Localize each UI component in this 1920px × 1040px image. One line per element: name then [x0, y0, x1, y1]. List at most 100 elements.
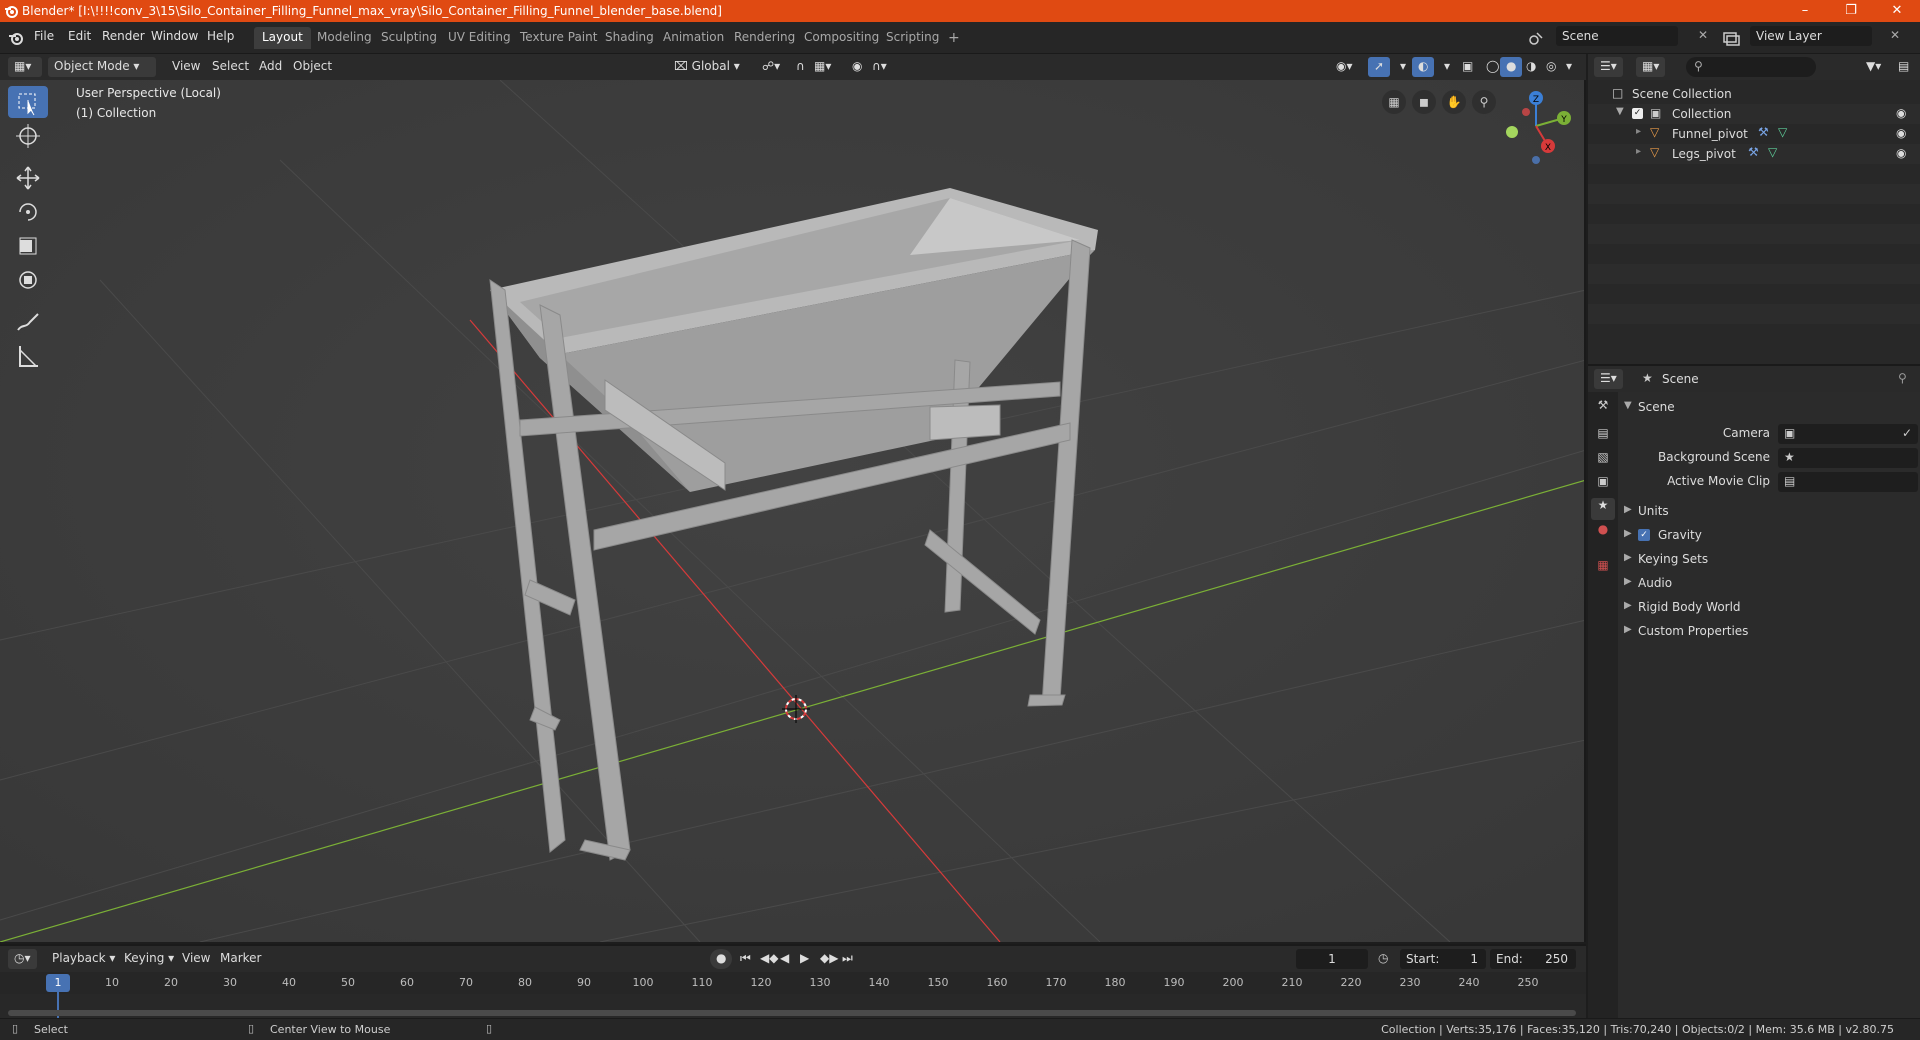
collection-checkbox[interactable]: ✓ — [1632, 108, 1643, 119]
tab-uv-editing[interactable]: UV Editing — [440, 27, 519, 49]
menu-timeline-view[interactable]: View — [176, 949, 216, 969]
menu-render[interactable]: Render — [102, 29, 145, 43]
world-tab-icon[interactable]: ● — [1591, 522, 1615, 544]
start-frame-field[interactable]: Start: 1 — [1400, 949, 1486, 969]
eyedropper-icon[interactable]: ✓ — [1902, 426, 1912, 440]
gizmo-neg-x-icon[interactable] — [1522, 108, 1530, 116]
tab-rendering[interactable]: Rendering — [726, 27, 803, 49]
gravity-checkbox[interactable]: ✓ — [1638, 529, 1650, 541]
visibility-icon[interactable]: ◉▾ — [1330, 57, 1359, 77]
display-mode-icon[interactable]: ▦▾ — [1636, 57, 1666, 77]
overlay-toggle-icon[interactable]: ◐ — [1412, 57, 1435, 77]
timeline-scrollbar[interactable] — [8, 1010, 1576, 1016]
pivot-point-icon[interactable]: ☍▾ — [756, 57, 786, 77]
menu-help[interactable]: Help — [207, 29, 234, 43]
play-button[interactable]: ▶ — [794, 949, 815, 969]
move-tool[interactable] — [8, 162, 48, 194]
tab-sculpting[interactable]: Sculpting — [373, 27, 445, 49]
jump-end-button[interactable]: ⏭ — [836, 949, 859, 969]
menu-window[interactable]: Window — [151, 29, 198, 43]
rotate-tool[interactable] — [8, 196, 48, 228]
gravity-panel-header[interactable]: ▶ ✓ Gravity — [1618, 524, 1920, 548]
tab-modeling[interactable]: Modeling — [309, 27, 380, 49]
tab-scripting[interactable]: Scripting — [878, 27, 947, 49]
toggle-camera-view-icon[interactable]: ▦ — [1382, 90, 1406, 114]
expand-arrow-icon[interactable]: ▸ — [1636, 126, 1641, 137]
outliner-row-legs-pivot[interactable]: ▸ ▽ Legs_pivot ⚒ ▽ ◉ — [1588, 144, 1920, 164]
expand-arrow-icon[interactable]: ▸ — [1636, 146, 1641, 157]
menu-select[interactable]: Select — [206, 57, 255, 77]
xray-icon[interactable]: ▣ — [1456, 57, 1479, 77]
current-frame-field[interactable]: 1 — [1296, 949, 1368, 969]
mesh-data-icon[interactable]: ▽ — [1768, 145, 1777, 159]
scene-tab-icon[interactable]: ★ — [1591, 498, 1615, 520]
menu-keying[interactable]: Keying ▾ — [118, 949, 180, 969]
rigid-body-world-panel-header[interactable]: ▶ Rigid Body World — [1618, 596, 1920, 620]
view-layer-remove-icon[interactable]: ✕ — [1890, 28, 1900, 42]
render-tab-icon[interactable]: ▤ — [1591, 426, 1615, 448]
tab-compositing[interactable]: Compositing — [796, 27, 887, 49]
tool-settings-tab-icon[interactable]: ⚒ — [1591, 398, 1615, 420]
scene-canvas[interactable] — [0, 80, 1586, 942]
menu-marker[interactable]: Marker — [214, 949, 267, 969]
background-scene-field[interactable]: ★ — [1778, 448, 1918, 468]
outliner-editor-type-icon[interactable]: ☰▾ — [1594, 57, 1623, 77]
3d-viewport[interactable]: User Perspective (Local) (1) Collection … — [0, 80, 1586, 942]
texture-tab-icon[interactable]: ▦ — [1591, 558, 1615, 580]
filter-icon[interactable]: ▼▾ — [1860, 57, 1887, 77]
audio-panel-header[interactable]: ▶ Audio — [1618, 572, 1920, 596]
properties-editor-type-icon[interactable]: ☰▾ — [1594, 369, 1623, 389]
gizmo-neg-y-icon[interactable] — [1506, 126, 1518, 138]
eye-icon[interactable]: ◉ — [1896, 106, 1906, 120]
modifier-icon[interactable]: ⚒ — [1748, 145, 1759, 159]
tab-texture-paint[interactable]: Texture Paint — [512, 27, 605, 49]
cursor-tool[interactable] — [8, 120, 48, 152]
scene-selector[interactable]: Scene — [1556, 26, 1678, 46]
navigation-gizmo[interactable]: Z Y X — [1496, 86, 1576, 166]
outliner-row-funnel-pivot[interactable]: ▸ ▽ Funnel_pivot ⚒ ▽ ◉ — [1588, 124, 1920, 144]
outliner-row-scene-collection[interactable]: □ Scene Collection — [1588, 84, 1920, 104]
menu-view[interactable]: View — [166, 57, 206, 77]
keying-sets-panel-header[interactable]: ▶ Keying Sets — [1618, 548, 1920, 572]
zoom-view-icon[interactable]: ⚲ — [1472, 90, 1496, 114]
tab-shading[interactable]: Shading — [597, 27, 662, 49]
units-panel-header[interactable]: ▶ Units — [1618, 500, 1920, 524]
gizmo-dropdown-icon[interactable]: ▾ — [1394, 57, 1412, 77]
end-frame-field[interactable]: End: 250 — [1490, 949, 1576, 969]
gizmo-neg-z-icon[interactable] — [1532, 156, 1540, 164]
shading-dropdown-icon[interactable]: ▾ — [1560, 57, 1578, 77]
expand-arrow-icon[interactable]: ▼ — [1616, 106, 1624, 117]
pin-icon[interactable]: ⚲ — [1898, 371, 1907, 385]
outliner-search-icon[interactable]: ⚲ — [1686, 57, 1816, 77]
modifier-icon[interactable]: ⚒ — [1758, 125, 1769, 139]
restore-icon[interactable]: ❐ — [1828, 0, 1874, 22]
blender-menu-icon[interactable] — [8, 30, 24, 46]
add-workspace-button[interactable]: + — [940, 27, 968, 49]
menu-playback[interactable]: Playback ▾ — [46, 949, 121, 969]
camera-field[interactable]: ▣ ✓ — [1778, 424, 1918, 444]
custom-properties-panel-header[interactable]: ▶ Custom Properties — [1618, 620, 1920, 644]
new-collection-icon[interactable]: ▤ — [1892, 57, 1915, 77]
close-icon[interactable]: ✕ — [1874, 0, 1920, 22]
editor-type-icon[interactable]: ▦▾ — [8, 57, 42, 77]
menu-edit[interactable]: Edit — [68, 29, 91, 43]
measure-tool[interactable] — [8, 340, 48, 372]
outliner-row-collection[interactable]: ▼ ✓ ▣ Collection ◉ — [1588, 104, 1920, 124]
tab-layout[interactable]: Layout — [254, 27, 311, 49]
play-reverse-button[interactable]: ◀ — [774, 949, 795, 969]
menu-object[interactable]: Object — [287, 57, 338, 77]
menu-add[interactable]: Add — [253, 57, 288, 77]
minimize-icon[interactable]: – — [1782, 0, 1828, 22]
scene-panel-header[interactable]: ▼ Scene — [1618, 396, 1920, 420]
output-tab-icon[interactable]: ▧ — [1591, 450, 1615, 472]
annotate-tool[interactable] — [8, 306, 48, 338]
mode-selector[interactable]: Object Mode ▾ — [48, 57, 156, 77]
preview-range-icon[interactable]: ◷ — [1378, 951, 1388, 965]
snap-target-icon[interactable]: ▦▾ — [808, 57, 837, 77]
scale-tool[interactable] — [8, 230, 48, 262]
scene-remove-icon[interactable]: ✕ — [1698, 28, 1708, 42]
view-layer-selector[interactable]: View Layer — [1750, 26, 1872, 46]
mesh-data-icon[interactable]: ▽ — [1778, 125, 1787, 139]
overlay-dropdown-icon[interactable]: ▾ — [1438, 57, 1456, 77]
tab-animation[interactable]: Animation — [655, 27, 732, 49]
